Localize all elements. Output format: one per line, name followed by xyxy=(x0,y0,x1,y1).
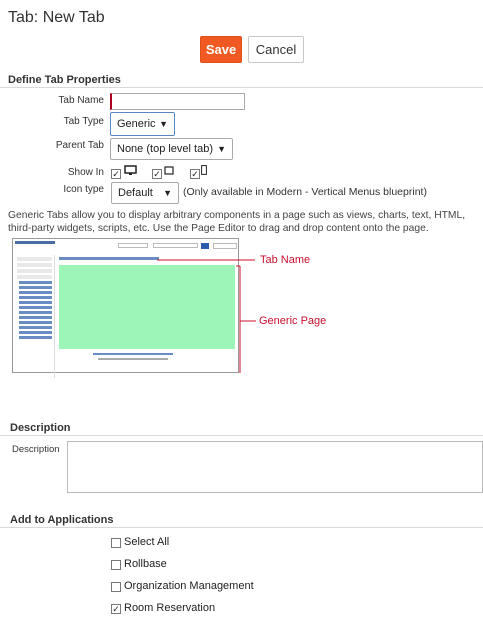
organization-management-checkbox[interactable] xyxy=(111,582,121,592)
page-title: Tab: New Tab xyxy=(8,9,105,26)
preview-header-links xyxy=(15,241,55,244)
save-button[interactable]: Save xyxy=(200,36,242,63)
mobile-icon xyxy=(201,165,207,175)
chevron-down-icon: ▼ xyxy=(163,188,172,198)
section-divider xyxy=(0,527,483,528)
add-to-applications-heading: Add to Applications xyxy=(10,514,114,526)
select-all-label: Select All xyxy=(124,536,170,548)
tab-type-select[interactable]: Generic ▼ xyxy=(110,112,175,136)
parent-tab-label: Parent Tab xyxy=(55,140,104,151)
generic-tab-help-text: Generic Tabs allow you to display arbitr… xyxy=(8,210,466,234)
show-in-label: Show In xyxy=(67,167,104,178)
room-reservation-label: Room Reservation xyxy=(124,602,216,614)
room-reservation-checkbox[interactable]: ✓ xyxy=(111,604,121,614)
icon-type-note: (Only available in Modern - Vertical Men… xyxy=(183,186,427,198)
preview-search-field xyxy=(118,243,148,248)
preview-tab-bar xyxy=(59,257,159,260)
preview-search-field xyxy=(153,243,198,248)
organization-management-label: Organization Management xyxy=(124,580,254,592)
preview-annotation-lines xyxy=(157,259,256,373)
chevron-down-icon: ▼ xyxy=(217,144,226,154)
section-divider xyxy=(0,435,483,436)
show-in-tablet-checkbox[interactable]: ✓ xyxy=(152,169,162,179)
parent-tab-select[interactable]: None (top level tab) ▼ xyxy=(110,138,233,160)
show-in-desktop-checkbox[interactable]: ✓ xyxy=(111,169,121,179)
preview-toolbar xyxy=(213,243,237,249)
show-in-mobile-checkbox[interactable]: ✓ xyxy=(190,169,200,179)
rollbase-label: Rollbase xyxy=(124,558,167,570)
parent-tab-value: None (top level tab) xyxy=(117,143,213,155)
tab-name-input[interactable] xyxy=(110,93,245,110)
tab-name-annotation: Tab Name xyxy=(260,254,311,266)
section-divider xyxy=(0,87,483,88)
desktop-icon xyxy=(124,165,137,175)
chevron-down-icon: ▼ xyxy=(159,119,168,129)
icon-type-label: Icon type xyxy=(63,184,104,195)
rollbase-checkbox[interactable] xyxy=(111,560,121,570)
icon-type-select[interactable]: Default ▼ xyxy=(111,182,179,204)
preview-search-button xyxy=(201,243,209,249)
description-heading: Description xyxy=(10,422,71,434)
generic-page-annotation: Generic Page xyxy=(259,315,327,327)
description-textarea[interactable] xyxy=(67,441,483,493)
tab-name-label: Tab Name xyxy=(58,95,104,106)
icon-type-value: Default xyxy=(118,187,153,199)
select-all-checkbox[interactable] xyxy=(111,538,121,548)
define-tab-properties-heading: Define Tab Properties xyxy=(8,74,121,86)
tab-type-label: Tab Type xyxy=(63,116,104,127)
tab-type-value: Generic xyxy=(117,118,156,130)
cancel-button[interactable]: Cancel xyxy=(248,36,304,63)
preview-sidebar xyxy=(15,255,55,378)
tablet-icon xyxy=(164,166,174,175)
description-label: Description xyxy=(12,444,60,455)
